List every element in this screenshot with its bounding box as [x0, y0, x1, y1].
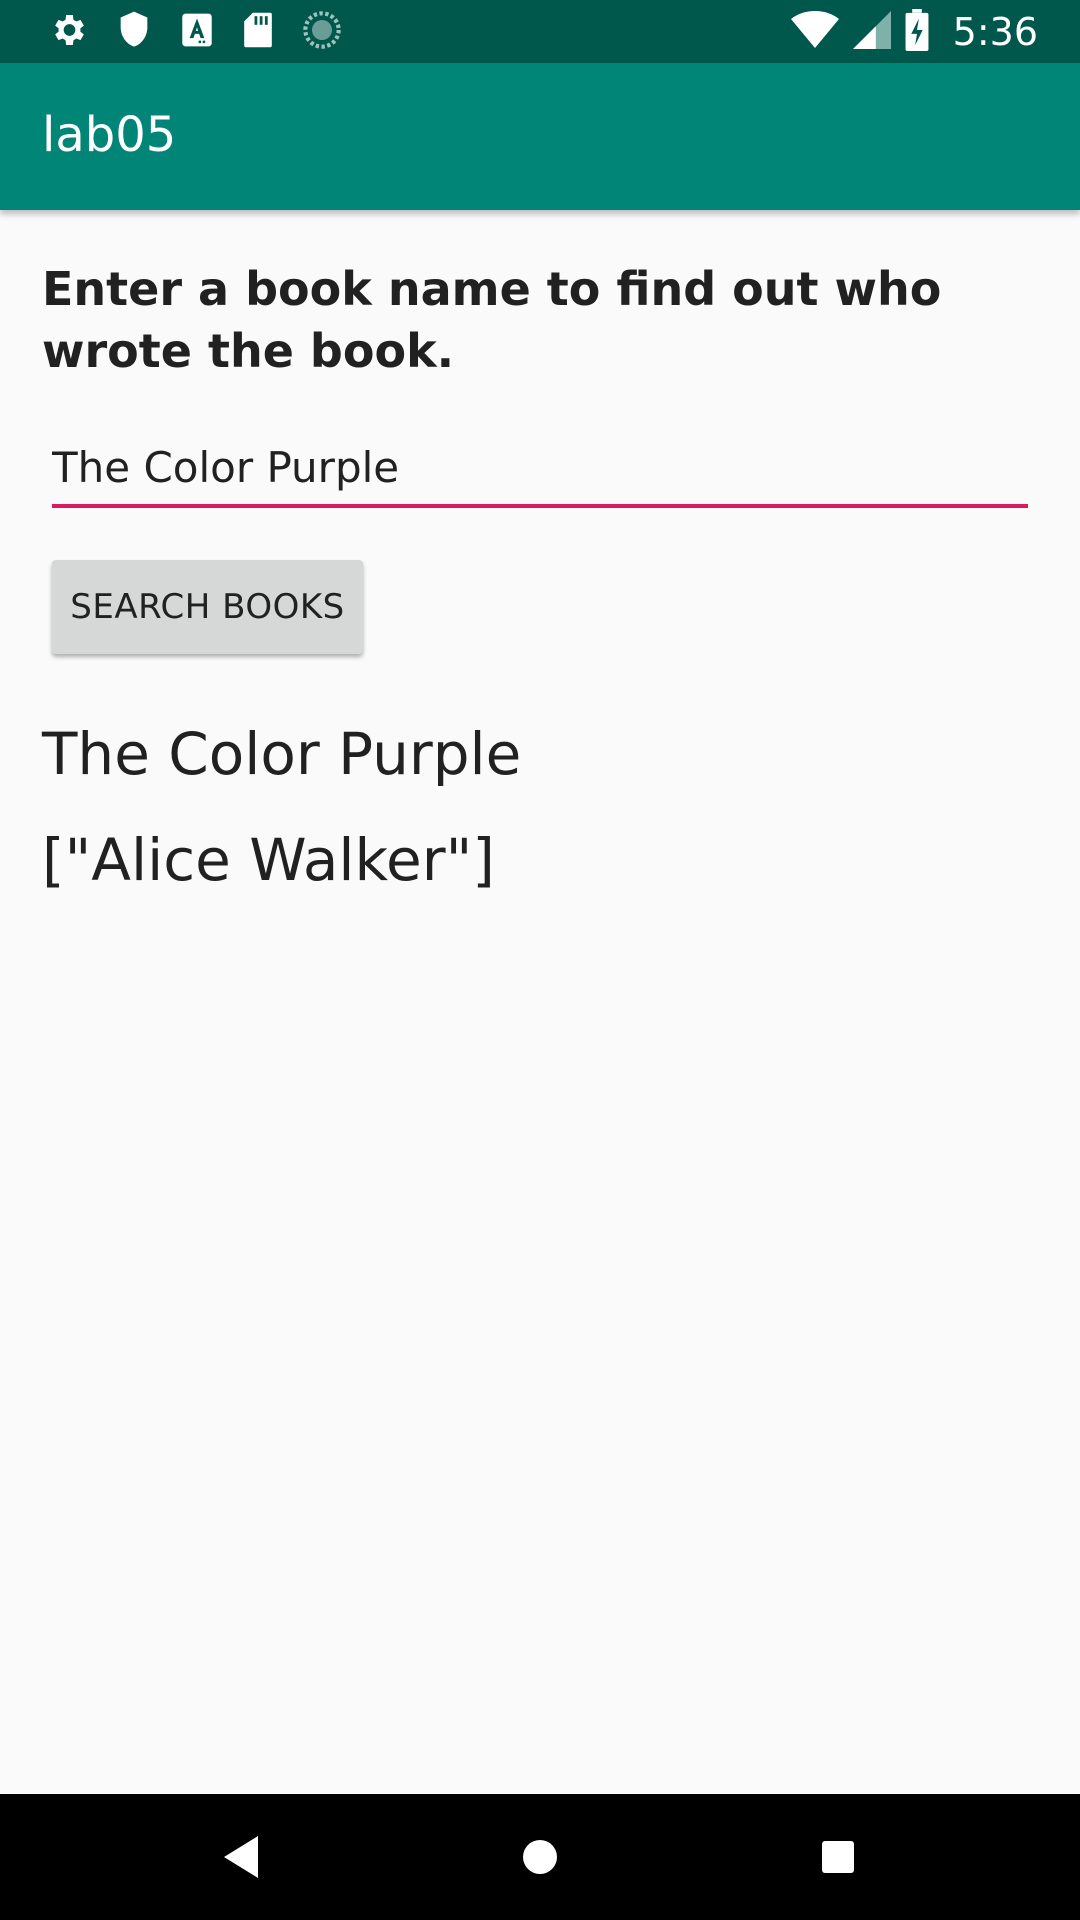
book-name-input[interactable]	[52, 430, 1028, 508]
gear-icon	[48, 10, 88, 54]
app-bar: lab05	[0, 63, 1080, 210]
loading-circle-icon	[302, 10, 342, 54]
system-status-icons: 5:36	[790, 9, 1038, 55]
sd-card-icon	[242, 11, 274, 53]
app-title: lab05	[42, 107, 177, 163]
wifi-icon	[790, 10, 839, 54]
result-title-text: The Color Purple	[42, 720, 522, 788]
shield-icon	[116, 10, 152, 54]
search-books-button[interactable]: SEARCH BOOKS	[52, 560, 363, 654]
main-content: Enter a book name to find out who wrote …	[0, 210, 1080, 1794]
cell-signal-icon	[852, 10, 891, 54]
status-time: 5:36	[952, 10, 1038, 54]
home-icon[interactable]	[521, 1834, 559, 1884]
battery-charging-icon	[905, 9, 929, 55]
back-icon[interactable]	[222, 1834, 262, 1884]
result-author-text: ["Alice Walker"]	[42, 826, 495, 894]
font-a-icon	[180, 12, 214, 52]
notification-icons	[48, 10, 342, 54]
recents-icon[interactable]	[820, 1834, 856, 1884]
instruction-text: Enter a book name to find out who wrote …	[42, 262, 942, 378]
app-screen: 5:36 lab05 Enter a book name to find out…	[0, 0, 1080, 1920]
navigation-bar	[0, 1794, 1080, 1920]
status-bar: 5:36	[0, 0, 1080, 63]
